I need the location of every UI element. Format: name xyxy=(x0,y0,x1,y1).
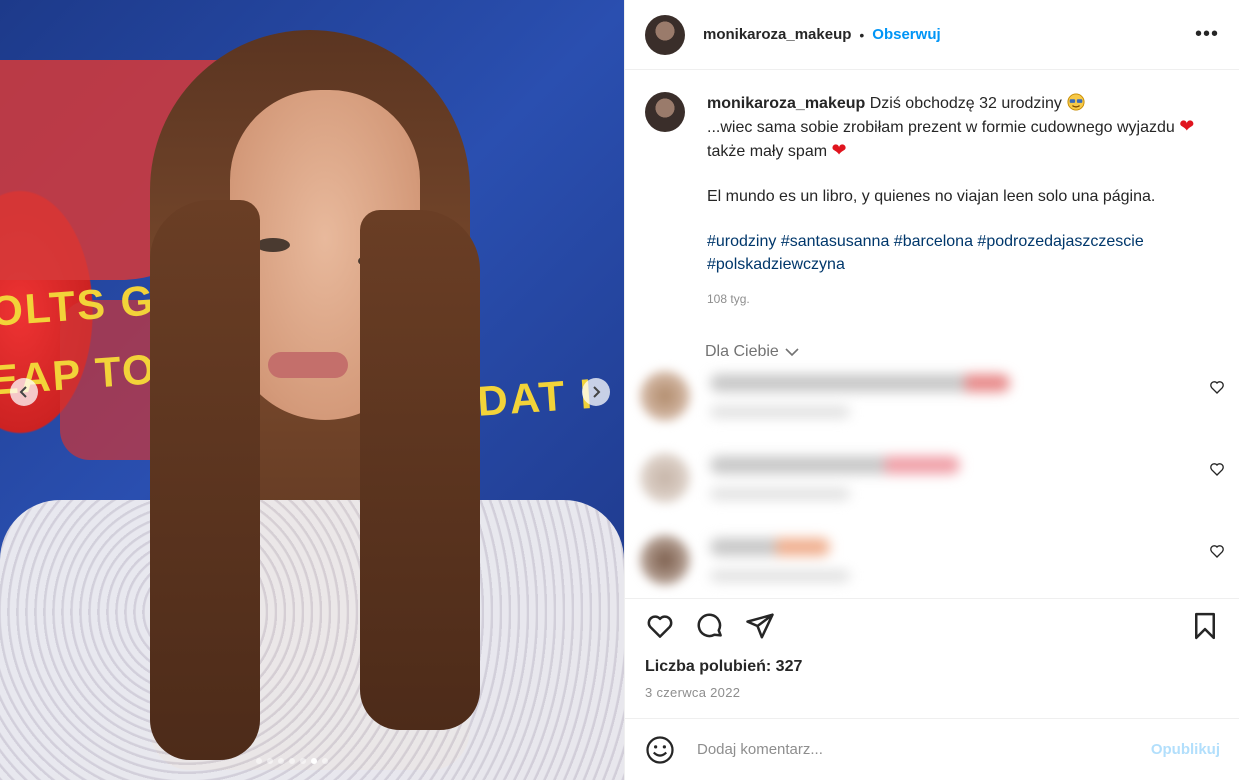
portrait-eye xyxy=(256,238,290,252)
add-comment-bar: Opublikuj xyxy=(625,718,1239,780)
hashtag-line[interactable]: #urodziny #santasusanna #barcelona #podr… xyxy=(707,230,1197,253)
comment-item[interactable] xyxy=(625,437,1239,519)
carousel-dot xyxy=(267,758,273,764)
separator: • xyxy=(859,26,865,43)
carousel-dot xyxy=(256,758,262,764)
commenter-avatar[interactable] xyxy=(640,453,690,503)
caption-text: także mały spam xyxy=(707,143,828,160)
caption-text: ...wiec sama sobie zrobiłam prezent w fo… xyxy=(707,119,1175,136)
smile-icon[interactable] xyxy=(645,735,675,765)
sunglasses-emoji-icon xyxy=(1067,93,1085,111)
comment-text-blurred xyxy=(710,538,850,582)
heart-icon[interactable] xyxy=(645,611,675,641)
comment-item[interactable] xyxy=(625,355,1239,437)
caption-timestamp: 108 tyg. xyxy=(707,292,750,306)
red-heart-icon: ❤ xyxy=(831,140,847,160)
carousel-indicator xyxy=(256,758,328,764)
comment-item[interactable] xyxy=(625,519,1239,601)
portrait-hair xyxy=(360,210,480,730)
lace-top xyxy=(0,500,624,780)
comment-text-blurred xyxy=(710,374,1010,418)
author-username[interactable]: monikaroza_makeup xyxy=(703,26,851,43)
post-actions xyxy=(625,598,1239,652)
caption-quote: El mundo es un libro, y quienes no viaja… xyxy=(707,188,1156,205)
post-caption: monikaroza_makeup Dziś obchodzę 32 urodz… xyxy=(625,70,1239,311)
comment-text-blurred xyxy=(710,456,960,500)
heart-icon[interactable] xyxy=(1209,543,1225,559)
chevron-left-icon xyxy=(19,386,27,398)
post-photo[interactable]: OLTS GOL EAP TOT NDAT I xyxy=(0,0,624,780)
comment-icon[interactable] xyxy=(695,611,725,641)
commenter-avatar[interactable] xyxy=(640,535,690,585)
portrait-lips xyxy=(268,352,348,378)
post-dialog: OLTS GOL EAP TOT NDAT I monikaroza_makeu… xyxy=(0,0,1239,780)
carousel-dot xyxy=(322,758,328,764)
carousel-next-button[interactable] xyxy=(582,378,610,406)
heart-icon[interactable] xyxy=(1209,379,1225,395)
avatar[interactable] xyxy=(645,14,685,55)
publish-button[interactable]: Opublikuj xyxy=(1151,741,1220,758)
carousel-dot xyxy=(278,758,284,764)
more-icon[interactable]: ••• xyxy=(1195,23,1219,46)
carousel-dot xyxy=(289,758,295,764)
caption-username[interactable]: monikaroza_makeup xyxy=(707,95,865,112)
likes-count[interactable]: Liczba polubień: 327 xyxy=(645,658,802,676)
caption-text: Dziś obchodzę 32 urodziny xyxy=(869,95,1062,112)
heart-icon[interactable] xyxy=(1209,461,1225,477)
caption-hashtags[interactable]: #urodziny #santasusanna #barcelona #podr… xyxy=(707,230,1197,276)
post-header: monikaroza_makeup • Obserwuj ••• xyxy=(625,0,1239,70)
post-date: 3 czerwca 2022 xyxy=(645,685,741,700)
caption-body: monikaroza_makeup Dziś obchodzę 32 urodz… xyxy=(707,92,1197,311)
avatar[interactable] xyxy=(645,92,685,132)
commenter-avatar[interactable] xyxy=(640,371,690,421)
bookmark-icon[interactable] xyxy=(1190,611,1220,641)
carousel-dot xyxy=(300,758,306,764)
chevron-right-icon xyxy=(593,386,601,398)
comment-input[interactable] xyxy=(695,740,1119,759)
comments-list xyxy=(625,355,1239,601)
red-heart-icon: ❤ xyxy=(1179,116,1195,136)
share-icon[interactable] xyxy=(745,611,775,641)
follow-button[interactable]: Obserwuj xyxy=(872,26,940,43)
carousel-dot-active xyxy=(311,758,317,764)
portrait-hair xyxy=(150,200,260,760)
hashtag-line[interactable]: #polskadziewczyna xyxy=(707,253,1197,276)
carousel-prev-button[interactable] xyxy=(10,378,38,406)
post-sidebar: monikaroza_makeup • Obserwuj ••• monikar… xyxy=(624,0,1239,780)
